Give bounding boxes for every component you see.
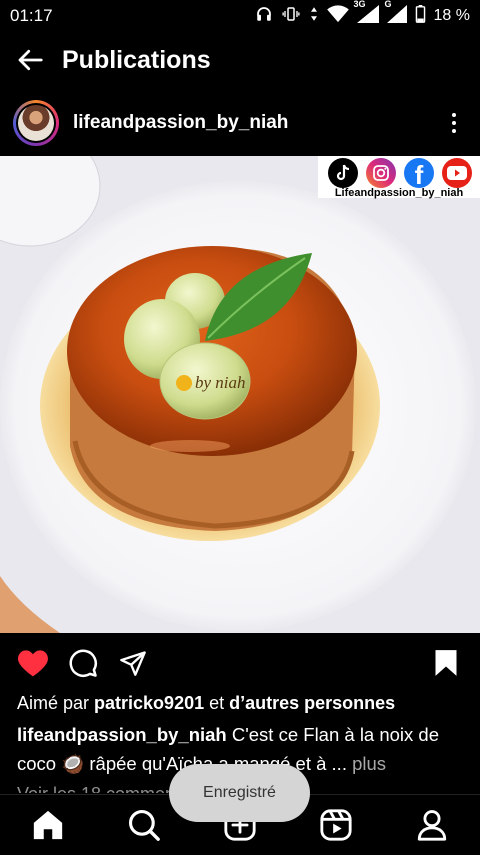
- nav-search[interactable]: [114, 795, 174, 855]
- battery-percent: 18 %: [433, 7, 470, 24]
- status-time: 01:17: [10, 6, 53, 25]
- home-filled-icon: [33, 810, 63, 840]
- nav-reels[interactable]: [306, 795, 366, 855]
- more-options-button[interactable]: [436, 103, 472, 143]
- arrow-left-icon: [18, 49, 43, 71]
- watermark-handle: Lifeandpassion_by_niah: [334, 187, 464, 199]
- paper-plane-icon: [120, 651, 146, 676]
- profile-icon: [417, 810, 447, 841]
- likers-others[interactable]: d’autres personnes: [229, 693, 395, 713]
- social-watermark: f Lifeandpassion_by_niah: [318, 156, 480, 199]
- vibrate-icon: [281, 5, 301, 28]
- likes-line: Aimé par patricko9201 et d’autres person…: [17, 693, 396, 713]
- cell-signal-3g-icon: 3G: [354, 0, 379, 28]
- nav-profile[interactable]: [402, 795, 462, 855]
- image-stamp-text: by niah: [195, 373, 246, 392]
- tiktok-icon: [328, 158, 358, 188]
- save-button[interactable]: [428, 643, 464, 683]
- app-header: Publications: [0, 32, 480, 88]
- nav-home[interactable]: [18, 795, 78, 855]
- network-sub-label: G: [384, 0, 392, 9]
- bookmark-filled-icon: [435, 650, 457, 676]
- liker-username[interactable]: patricko9201: [94, 693, 204, 713]
- saved-toast: Enregistré: [169, 764, 310, 822]
- post-username[interactable]: lifeandpassion_by_niah: [73, 112, 436, 134]
- comment-bubble-icon: [69, 649, 97, 677]
- avatar-image: [18, 105, 54, 141]
- data-arrows-icon: [309, 5, 319, 28]
- instagram-icon: [366, 158, 396, 188]
- back-button[interactable]: [2, 32, 58, 88]
- status-bar: 01:17 3G G 18 %: [0, 0, 480, 32]
- headphones-icon: [255, 5, 273, 28]
- post-actions: [0, 640, 480, 686]
- post-image[interactable]: by niah f Lifeandpassion_by_niah: [0, 156, 480, 633]
- battery-icon: [415, 4, 426, 28]
- network-label: 3G: [353, 0, 366, 9]
- post-header: lifeandpassion_by_niah: [0, 94, 480, 152]
- caption-more-link[interactable]: plus: [352, 753, 386, 774]
- flan-photo: by niah: [0, 156, 480, 633]
- cell-signal-g-icon: G: [385, 0, 407, 28]
- share-button[interactable]: [115, 643, 151, 683]
- facebook-icon: f: [404, 158, 434, 188]
- youtube-icon: [442, 158, 472, 188]
- like-button[interactable]: [15, 643, 51, 683]
- wifi-icon: [326, 4, 349, 28]
- page-title: Publications: [62, 45, 211, 74]
- search-icon: [128, 809, 160, 841]
- caption-username[interactable]: lifeandpassion_by_niah: [17, 724, 227, 745]
- status-icons: 3G G 18 %: [255, 0, 470, 28]
- reels-icon: [320, 809, 352, 841]
- more-dot-icon: [452, 113, 456, 117]
- comment-button[interactable]: [65, 643, 101, 683]
- avatar[interactable]: [13, 100, 59, 146]
- heart-filled-icon: [18, 650, 48, 677]
